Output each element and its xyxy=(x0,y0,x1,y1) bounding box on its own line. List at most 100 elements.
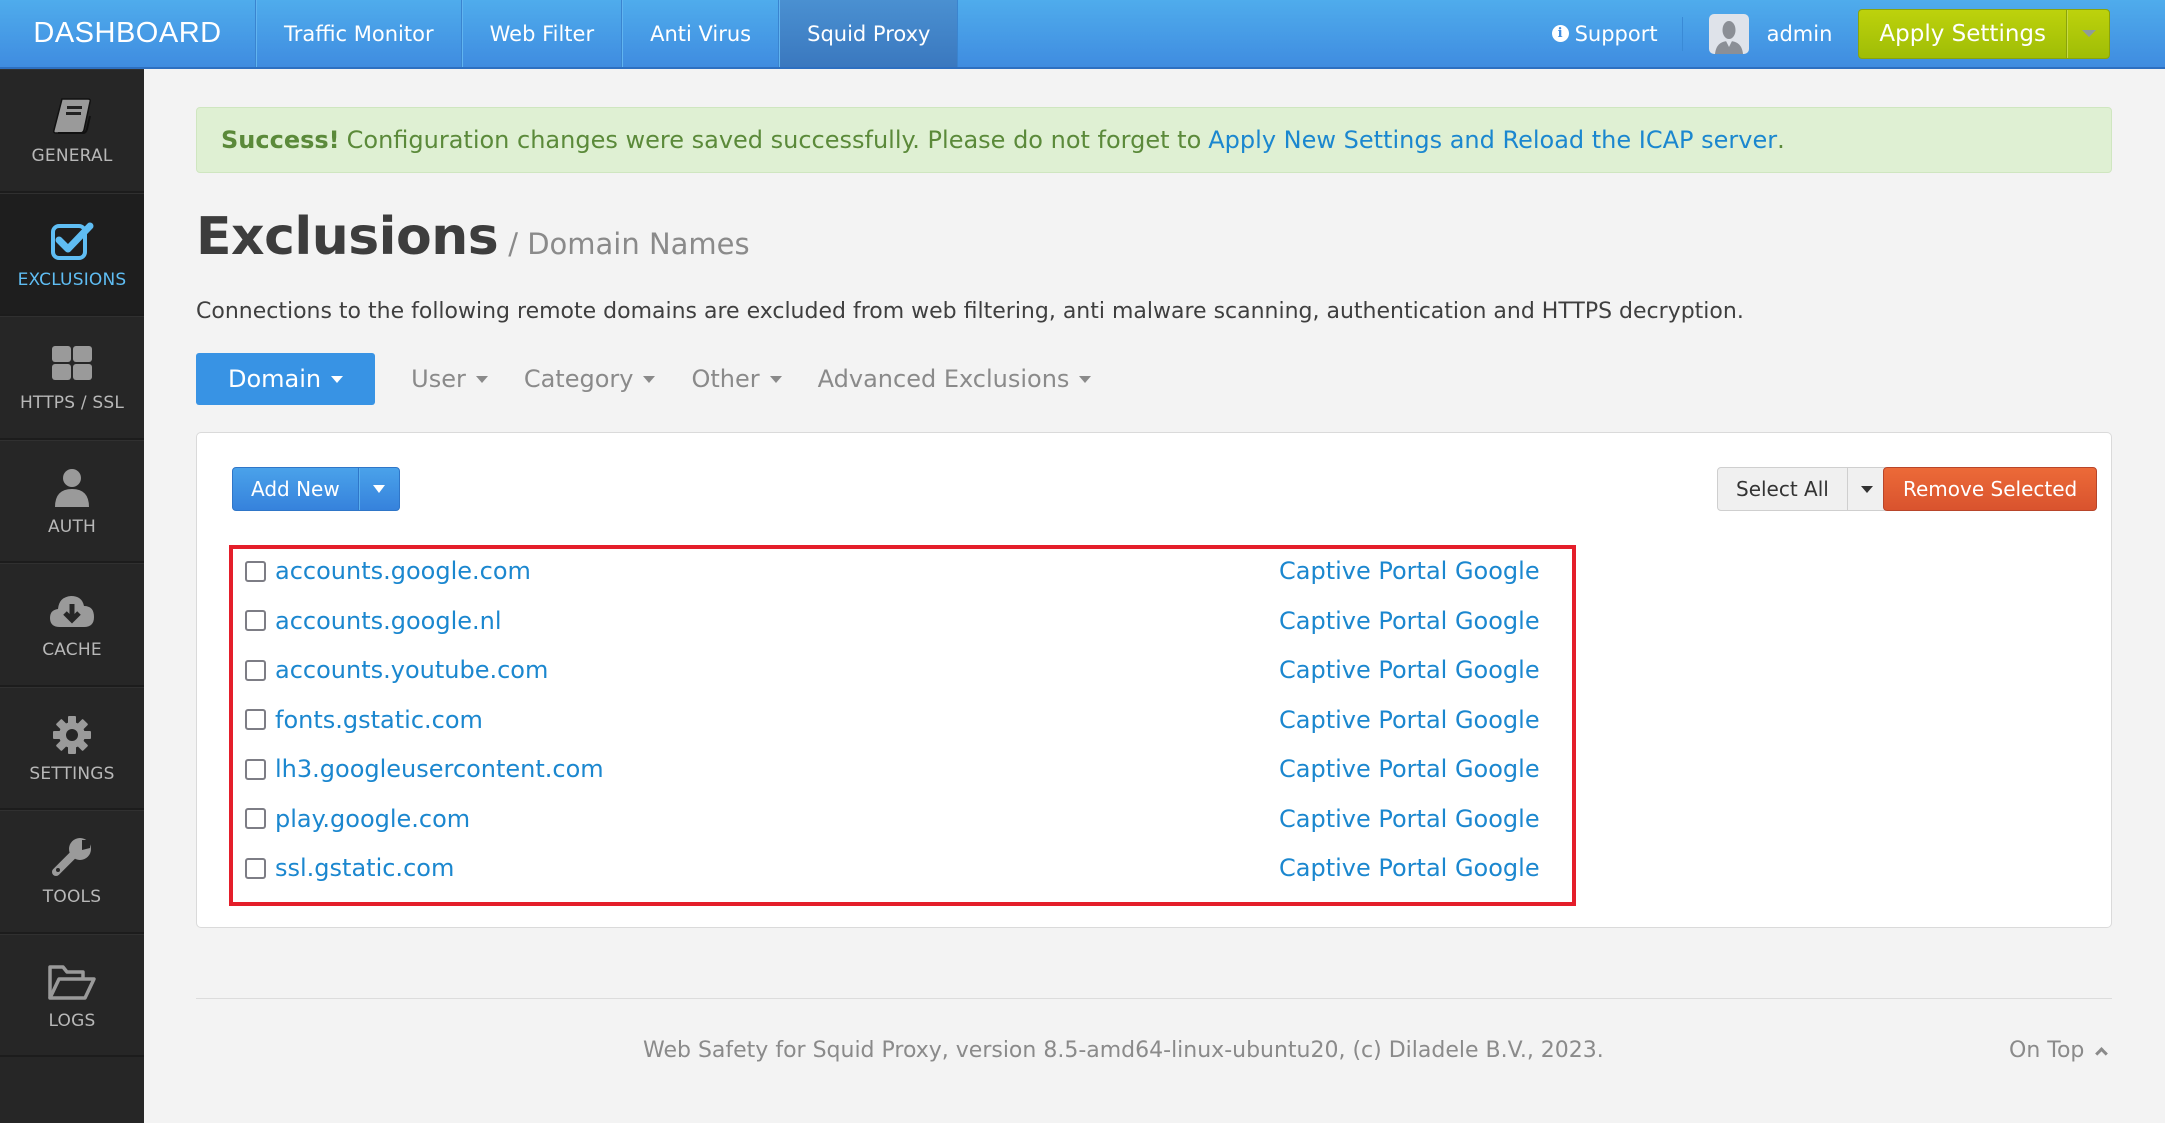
sidebar-item-cache[interactable]: CACHE xyxy=(0,563,144,687)
sidebar-item-exclusions[interactable]: EXCLUSIONS xyxy=(0,192,144,316)
page-title-block: Exclusions / Domain Names xyxy=(196,207,750,267)
row-checkbox[interactable] xyxy=(245,560,266,582)
domain-link[interactable]: fonts.gstatic.com xyxy=(275,706,483,734)
sidebar-item-tools[interactable]: TOOLS xyxy=(0,810,144,934)
caret-down-icon xyxy=(331,375,344,383)
sidebar-item-logs[interactable]: LOGS xyxy=(0,933,144,1057)
sidebar-item-general[interactable]: GENERAL xyxy=(0,69,144,193)
page-subtitle: / Domain Names xyxy=(508,227,750,261)
select-all-group: Select All xyxy=(1717,467,1888,511)
sidebar: GENERAL EXCLUSIONS HTTPS / SSL AUTH CACH… xyxy=(0,69,144,1123)
sidebar-label: EXCLUSIONS xyxy=(17,269,127,290)
sidebar-label: AUTH xyxy=(47,516,97,537)
support-label: Support xyxy=(1574,21,1658,46)
exclusion-tabs: Domain User Category Other Advanced Excl… xyxy=(196,353,1092,405)
user-menu[interactable]: admin xyxy=(1708,13,1833,54)
username: admin xyxy=(1766,21,1833,46)
nav-tab-web-filter[interactable]: Web Filter xyxy=(461,0,623,67)
caret-down-icon xyxy=(643,375,656,383)
sidebar-label: HTTPS / SSL xyxy=(19,393,125,414)
row-checkbox[interactable] xyxy=(245,659,266,681)
domain-row: accounts.google.com Captive Portal Googl… xyxy=(245,551,1565,591)
info-icon: i xyxy=(1551,25,1569,42)
domain-link[interactable]: accounts.youtube.com xyxy=(275,656,548,684)
tab-other[interactable]: Other xyxy=(691,365,782,393)
sidebar-label: SETTINGS xyxy=(29,763,115,784)
remove-selected-button[interactable]: Remove Selected xyxy=(1883,467,2098,511)
sidebar-item-settings[interactable]: SETTINGS xyxy=(0,686,144,810)
select-all-dropdown[interactable] xyxy=(1848,468,1887,510)
user-silhouette-icon xyxy=(1714,20,1743,54)
category-link[interactable]: Captive Portal Google xyxy=(1279,656,1540,684)
domain-link[interactable]: play.google.com xyxy=(275,805,470,833)
category-link[interactable]: Captive Portal Google xyxy=(1279,706,1540,734)
domain-row: lh3.googleusercontent.com Captive Portal… xyxy=(245,749,1565,789)
sidebar-label: CACHE xyxy=(42,640,102,661)
category-link[interactable]: Captive Portal Google xyxy=(1279,805,1540,833)
alert-strong: Success! xyxy=(221,126,340,154)
page-title: Exclusions xyxy=(196,207,499,267)
domain-row: play.google.com Captive Portal Google xyxy=(245,799,1565,839)
add-new-dropdown[interactable] xyxy=(358,468,399,510)
highlight-box: accounts.google.com Captive Portal Googl… xyxy=(229,545,1576,906)
tab-category[interactable]: Category xyxy=(524,365,656,393)
nav-tab-anti-virus[interactable]: Anti Virus xyxy=(622,0,780,67)
footer-text: Web Safety for Squid Proxy, version 8.5-… xyxy=(643,1038,1604,1063)
row-checkbox[interactable] xyxy=(245,857,266,879)
dashboard-brand[interactable]: DASHBOARD xyxy=(0,0,256,67)
add-new-button[interactable]: Add New xyxy=(233,468,359,510)
category-link[interactable]: Captive Portal Google xyxy=(1279,607,1540,635)
wrench-icon xyxy=(50,835,94,881)
domain-link[interactable]: ssl.gstatic.com xyxy=(275,854,454,882)
grid-icon xyxy=(50,341,94,387)
domain-list-card: Add New Select All Remove Selected accou… xyxy=(196,432,2112,928)
navbar-right: i Support admin Apply Settings xyxy=(1551,0,2165,67)
apply-settings-group: Apply Settings xyxy=(1858,8,2110,59)
domain-row: ssl.gstatic.com Captive Portal Google xyxy=(245,848,1565,888)
apply-reload-link[interactable]: Apply New Settings and Reload the ICAP s… xyxy=(1208,126,1777,154)
tab-domain[interactable]: Domain xyxy=(196,353,376,405)
sidebar-item-auth[interactable]: AUTH xyxy=(0,439,144,563)
checkbox-icon xyxy=(50,218,94,264)
tab-advanced-exclusions[interactable]: Advanced Exclusions xyxy=(818,365,1092,393)
tab-user-label: User xyxy=(411,365,466,393)
domain-link[interactable]: accounts.google.nl xyxy=(275,607,502,635)
success-alert: Success! Configuration changes were save… xyxy=(196,107,2112,173)
tab-user[interactable]: User xyxy=(411,365,488,393)
on-top-link[interactable]: On Top xyxy=(2009,1038,2109,1063)
row-checkbox[interactable] xyxy=(245,610,266,631)
on-top-label: On Top xyxy=(2009,1038,2085,1063)
domain-link[interactable]: accounts.google.com xyxy=(275,557,531,585)
tab-other-label: Other xyxy=(691,365,760,393)
category-link[interactable]: Captive Portal Google xyxy=(1279,854,1540,882)
domain-row: accounts.youtube.com Captive Portal Goog… xyxy=(245,650,1565,690)
caret-down-icon xyxy=(2081,30,2096,37)
row-checkbox[interactable] xyxy=(245,808,266,829)
category-link[interactable]: Captive Portal Google xyxy=(1279,755,1540,783)
caret-down-icon xyxy=(1079,375,1092,383)
caret-down-icon xyxy=(1861,485,1874,493)
domain-row: accounts.google.nl Captive Portal Google xyxy=(245,601,1565,641)
book-icon xyxy=(50,94,94,140)
add-new-group: Add New xyxy=(232,467,400,511)
alert-message: Configuration changes were saved success… xyxy=(346,126,1202,154)
domain-link[interactable]: lh3.googleusercontent.com xyxy=(275,755,604,783)
nav-tab-traffic-monitor[interactable]: Traffic Monitor xyxy=(256,0,462,67)
caret-down-icon xyxy=(373,485,386,493)
tab-category-label: Category xyxy=(523,365,634,393)
sidebar-item-https-ssl[interactable]: HTTPS / SSL xyxy=(0,316,144,440)
apply-settings-dropdown[interactable] xyxy=(2067,9,2109,58)
chevron-up-icon xyxy=(2095,1047,2109,1060)
top-navbar: DASHBOARD Traffic Monitor Web Filter Ant… xyxy=(0,0,2165,69)
category-link[interactable]: Captive Portal Google xyxy=(1279,557,1540,585)
select-all-button[interactable]: Select All xyxy=(1718,468,1848,510)
apply-settings-button[interactable]: Apply Settings xyxy=(1859,9,2067,58)
domain-row: fonts.gstatic.com Captive Portal Google xyxy=(245,700,1565,740)
row-checkbox[interactable] xyxy=(245,709,266,730)
row-checkbox[interactable] xyxy=(245,758,266,780)
nav-tab-squid-proxy[interactable]: Squid Proxy xyxy=(779,0,959,67)
sidebar-label: GENERAL xyxy=(31,146,113,167)
user-icon xyxy=(52,465,92,511)
support-link[interactable]: i Support xyxy=(1551,16,1683,51)
page-description: Connections to the following remote doma… xyxy=(196,299,1744,324)
